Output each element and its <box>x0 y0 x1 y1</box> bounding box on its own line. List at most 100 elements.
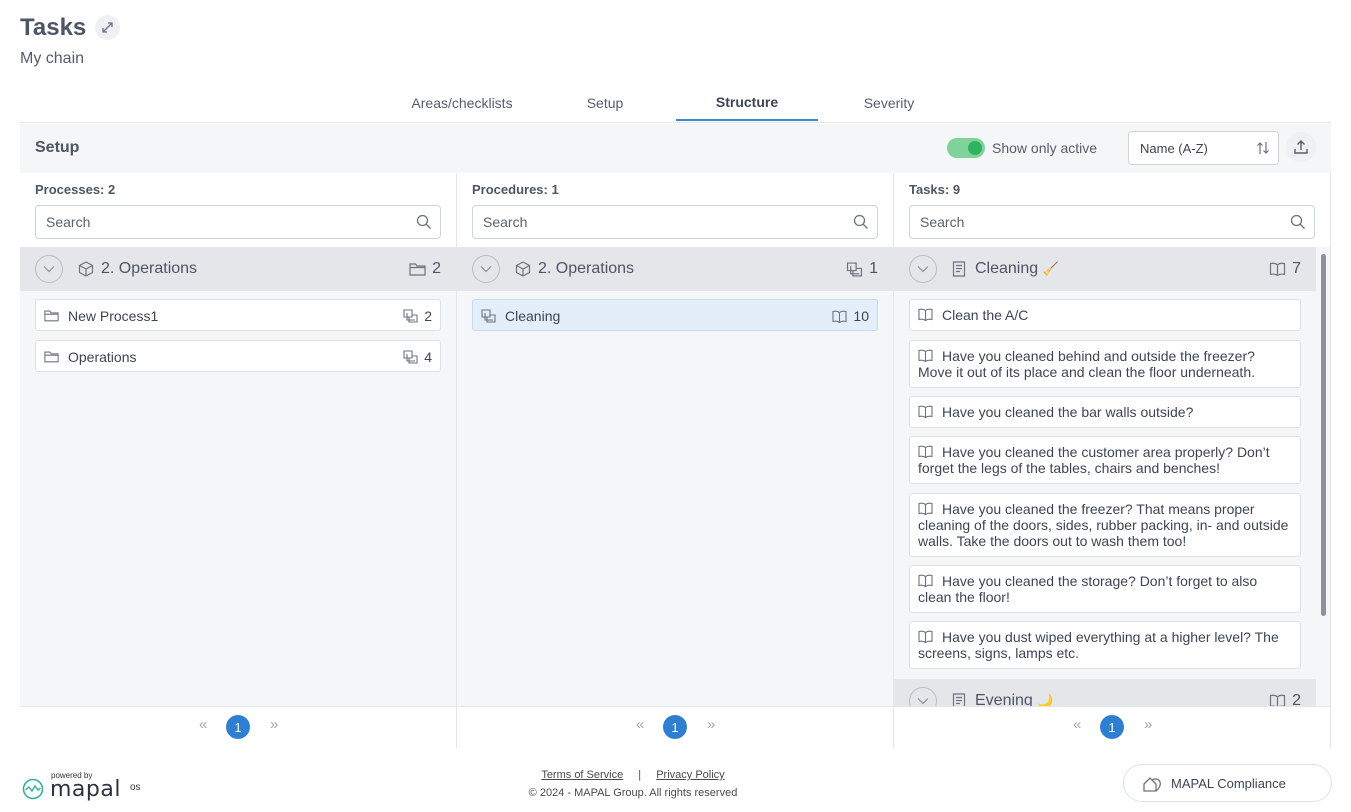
tasks-group-title: Cleaning 🧹 <box>975 260 1059 277</box>
process-item[interactable]: Operations 4 <box>35 340 441 372</box>
processes-header: Processes: 2 <box>20 173 456 247</box>
current-page-button[interactable]: 1 <box>1100 715 1124 739</box>
task-item[interactable]: Have you cleaned behind and outside the … <box>909 340 1301 388</box>
book-icon <box>918 445 933 458</box>
checklist-icon <box>952 261 966 277</box>
tasks-pagination: « 1 » <box>894 706 1330 748</box>
compliance-home-icon <box>1143 777 1161 792</box>
prev-page-button[interactable]: « <box>636 716 644 733</box>
tasks-scrollbar[interactable] <box>1321 254 1326 616</box>
task-item-label: Clean the A/C <box>942 307 1029 323</box>
task-item-label: Have you dust wiped everything at a high… <box>918 629 1279 661</box>
footer-separator: | <box>638 769 642 781</box>
cube-icon <box>515 261 531 277</box>
procedures-icon <box>403 350 418 364</box>
folder-icon <box>409 263 426 276</box>
next-page-button[interactable]: » <box>707 716 715 733</box>
procedures-search[interactable] <box>472 205 878 239</box>
process-item-count: 4 <box>403 349 432 365</box>
process-item[interactable]: New Process1 2 <box>35 299 441 331</box>
mapal-compliance-label: MAPAL Compliance <box>1171 776 1286 791</box>
privacy-policy-link[interactable]: Privacy Policy <box>656 769 724 781</box>
prev-page-button[interactable]: « <box>199 716 207 733</box>
processes-group-count: 2 <box>409 260 441 278</box>
upload-icon <box>1294 140 1308 154</box>
procedure-item[interactable]: Cleaning 10 <box>472 299 878 331</box>
collapse-button[interactable] <box>472 255 500 283</box>
processes-column: Processes: 2 2. Operations 2 New Process… <box>20 173 457 748</box>
tasks-count: Tasks: 9 <box>909 182 961 197</box>
tasks-header: Tasks: 9 <box>894 173 1330 247</box>
chevron-down-icon <box>917 698 929 705</box>
procedure-item-count: 10 <box>832 308 869 324</box>
procedures-group-header[interactable]: 2. Operations 1 <box>457 247 893 291</box>
prev-page-button[interactable]: « <box>1073 716 1081 733</box>
next-page-button[interactable]: » <box>270 716 278 733</box>
procedures-icon <box>481 309 496 323</box>
task-item-label: Have you cleaned the freezer? That means… <box>918 501 1289 549</box>
processes-count: Processes: 2 <box>35 182 116 197</box>
task-item[interactable]: Clean the A/C <box>909 299 1301 331</box>
sort-select-value: Name (A-Z) <box>1140 141 1208 156</box>
tab-setup[interactable]: Setup <box>555 85 655 121</box>
cube-icon <box>78 261 94 277</box>
tasks-group-count: 7 <box>1269 260 1301 278</box>
setup-toolbar: Setup Show only active Name (A-Z) <box>20 124 1331 173</box>
book-icon <box>918 630 933 643</box>
tasks-group-header[interactable]: Cleaning 🧹 7 <box>894 247 1316 291</box>
mapal-compliance-button[interactable]: MAPAL Compliance <box>1123 764 1332 802</box>
book-icon <box>918 405 933 418</box>
current-page-button[interactable]: 1 <box>226 715 250 739</box>
processes-group-title: 2. Operations <box>101 260 198 277</box>
next-page-button[interactable]: » <box>1144 716 1152 733</box>
task-item[interactable]: Have you cleaned the freezer? That means… <box>909 493 1301 557</box>
task-item[interactable]: Have you dust wiped everything at a high… <box>909 621 1301 669</box>
tasks-search-input[interactable] <box>910 206 1274 238</box>
task-item[interactable]: Have you cleaned the customer area prope… <box>909 436 1301 484</box>
sort-select[interactable]: Name (A-Z) <box>1128 131 1279 165</box>
tab-severity[interactable]: Severity <box>840 85 938 121</box>
chevron-down-icon <box>43 266 55 273</box>
processes-pagination: « 1 » <box>20 706 456 748</box>
task-item[interactable]: Have you cleaned the storage? Don’t forg… <box>909 565 1301 613</box>
procedures-search-input[interactable] <box>473 206 837 238</box>
processes-search-input[interactable] <box>36 206 400 238</box>
book-icon <box>1270 262 1286 276</box>
folder-icon <box>44 310 59 322</box>
expand-button[interactable] <box>95 15 120 40</box>
terms-of-service-link[interactable]: Terms of Service <box>541 769 623 781</box>
book-icon <box>832 310 847 323</box>
process-item-count: 2 <box>403 308 432 324</box>
process-item-label: Operations <box>68 349 137 365</box>
search-icon <box>853 214 868 229</box>
procedures-count: Procedures: 1 <box>472 182 559 197</box>
footer-links: Terms of Service | Privacy Policy <box>0 769 1266 781</box>
procedures-header: Procedures: 1 <box>457 173 893 247</box>
book-icon <box>918 502 933 515</box>
export-button[interactable] <box>1286 132 1316 162</box>
copyright: © 2024 - MAPAL Group. All rights reserve… <box>528 787 738 799</box>
tab-structure[interactable]: Structure <box>676 85 818 121</box>
procedures-icon <box>847 261 863 277</box>
processes-search[interactable] <box>35 205 441 239</box>
setup-label: Setup <box>35 139 80 156</box>
show-only-active-label: Show only active <box>992 140 1098 156</box>
book-icon <box>918 574 933 587</box>
task-item-label: Have you cleaned the customer area prope… <box>918 444 1270 476</box>
task-item-label: Have you cleaned the bar walls outside? <box>942 404 1194 420</box>
show-only-active-toggle[interactable] <box>947 138 985 158</box>
current-page-button[interactable]: 1 <box>663 715 687 739</box>
task-item[interactable]: Have you cleaned the bar walls outside? <box>909 396 1301 428</box>
page-subtitle: My chain <box>20 50 85 67</box>
sort-arrows-icon <box>1257 142 1269 154</box>
collapse-button[interactable] <box>35 255 63 283</box>
processes-group-header[interactable]: 2. Operations 2 <box>20 247 456 291</box>
search-icon <box>416 214 431 229</box>
procedures-group-count: 1 <box>846 260 878 278</box>
tab-areas-checklists[interactable]: Areas/checklists <box>394 85 530 121</box>
collapse-button[interactable] <box>909 255 937 283</box>
tasks-search[interactable] <box>909 205 1315 239</box>
search-icon <box>1290 214 1305 229</box>
procedures-group-title: 2. Operations <box>538 260 635 277</box>
chevron-down-icon <box>917 266 929 273</box>
